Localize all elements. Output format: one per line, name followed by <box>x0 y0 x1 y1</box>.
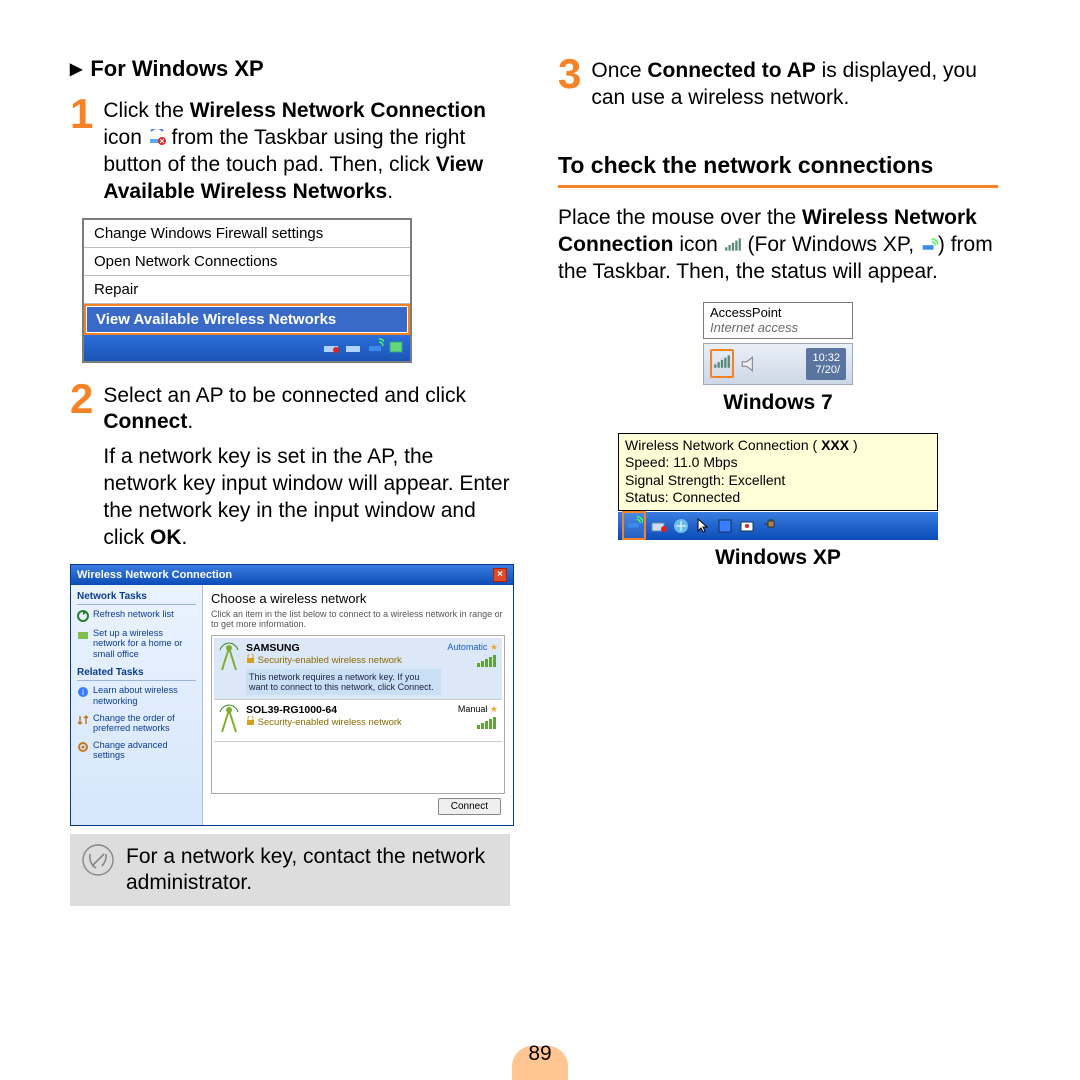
tray-icon <box>322 338 340 356</box>
step-number: 1 <box>70 96 93 206</box>
wifi-xp-icon <box>148 126 166 140</box>
ap-mode: Manual ★ <box>458 704 498 715</box>
ap-name: SAMSUNG <box>246 642 441 654</box>
tooltip-line: Signal Strength: Excellent <box>625 472 931 490</box>
note-icon <box>82 844 114 883</box>
tooltip: Wireless Network Connection ( XXX ) Spee… <box>618 433 938 511</box>
sidebar-header: Related Tasks <box>77 667 196 681</box>
section-header: To check the network connections <box>558 152 998 188</box>
tray-icon[interactable] <box>672 517 690 535</box>
page-number: 89 <box>528 1042 551 1066</box>
lock-icon <box>246 654 255 666</box>
step-number: 3 <box>558 56 581 112</box>
sidebar-item-advanced[interactable]: Change advanced settings <box>77 740 196 761</box>
menu-item-repair[interactable]: Repair <box>84 276 410 304</box>
heading-text: For Windows XP <box>90 56 263 82</box>
main-header: Choose a wireless network <box>211 591 505 606</box>
ap-name: SOL39-RG1000-64 <box>246 704 452 716</box>
star-icon: ★ <box>490 642 498 652</box>
tray-wifi-icon <box>366 338 384 356</box>
tray-wifi-icon[interactable] <box>622 511 646 540</box>
tray-icon[interactable] <box>650 517 668 535</box>
tooltip-line: Wireless Network Connection ( XXX ) <box>625 437 931 455</box>
taskbar-tray <box>84 335 410 361</box>
sidebar-item-learn[interactable]: iLearn about wireless networking <box>77 685 196 706</box>
sidebar-item-setup[interactable]: Set up a wireless network for a home or … <box>77 628 196 660</box>
lock-icon <box>246 716 255 728</box>
caption-winxp: Windows XP <box>558 546 998 570</box>
tray-speaker-icon[interactable] <box>740 355 758 373</box>
step-number: 2 <box>70 381 93 552</box>
tray-icon[interactable] <box>716 517 734 535</box>
antenna-icon <box>218 642 240 695</box>
caption-win7: Windows 7 <box>558 391 998 415</box>
step-3: 3 Once Connected to AP is displayed, you… <box>558 56 998 112</box>
tray-icon <box>344 338 362 356</box>
dialog-main: Choose a wireless network Click an item … <box>203 585 513 825</box>
step-2: 2 Select an AP to be connected and click… <box>70 381 510 552</box>
ap-desc: This network requires a network key. If … <box>246 669 441 695</box>
tray-wifi-icon[interactable] <box>710 349 734 378</box>
star-icon: ★ <box>490 704 498 714</box>
tray-clock: 10:32 7/20/ <box>806 348 846 380</box>
svg-text:i: i <box>82 688 84 697</box>
connect-button[interactable]: Connect <box>438 798 501 815</box>
tooltip-title: AccessPoint <box>710 305 846 321</box>
step-text: Click the Wireless Network Connection ic… <box>103 96 510 206</box>
winxp-tray <box>618 512 938 540</box>
left-column: ▶ For Windows XP 1 Click the Wireless Ne… <box>70 56 510 906</box>
section-heading: ▶ For Windows XP <box>70 56 510 82</box>
sidebar-item-refresh[interactable]: Refresh network list <box>77 609 196 622</box>
ap-mode: Automatic ★ <box>447 642 498 653</box>
play-icon: ▶ <box>70 59 82 79</box>
tray-plug-icon[interactable] <box>760 517 778 535</box>
win7-tray: 10:32 7/20/ <box>703 343 853 385</box>
winxp-example: Wireless Network Connection ( XXX ) Spee… <box>618 433 938 540</box>
step-text: Select an AP to be connected and click C… <box>103 381 510 552</box>
menu-item-view-networks[interactable]: View Available Wireless Networks <box>84 304 410 335</box>
tray-cursor-icon[interactable] <box>694 517 712 535</box>
wifi-xp-on-icon <box>920 232 938 246</box>
ap-row[interactable]: SAMSUNG Security-enabled wireless networ… <box>214 638 502 700</box>
signal-bars-icon <box>476 655 498 669</box>
dialog-titlebar: Wireless Network Connection × <box>71 565 513 585</box>
wireless-dialog: Wireless Network Connection × Network Ta… <box>70 564 514 826</box>
ap-row[interactable]: SOL39-RG1000-64 Security-enabled wireles… <box>214 700 502 742</box>
context-menu: Change Windows Firewall settings Open Ne… <box>82 218 412 363</box>
note-box: For a network key, contact the network a… <box>70 834 510 907</box>
dialog-title: Wireless Network Connection <box>77 569 232 581</box>
sidebar-header: Network Tasks <box>77 591 196 605</box>
main-subtext: Click an item in the list below to conne… <box>211 609 505 629</box>
antenna-icon <box>218 704 240 737</box>
menu-item-firewall[interactable]: Change Windows Firewall settings <box>84 220 410 248</box>
tooltip-line: Status: Connected <box>625 489 931 507</box>
sidebar-item-order[interactable]: Change the order of preferred networks <box>77 713 196 734</box>
right-column: 3 Once Connected to AP is displayed, you… <box>558 56 998 906</box>
menu-item-open-connections[interactable]: Open Network Connections <box>84 248 410 276</box>
tooltip-line: Speed: 11.0 Mbps <box>625 454 931 472</box>
dialog-sidebar: Network Tasks Refresh network list Set u… <box>71 585 203 825</box>
win7-example: AccessPoint Internet access 10:32 7/20/ <box>703 302 853 385</box>
step-text: Once Connected to AP is displayed, you c… <box>591 56 998 112</box>
ap-list: SAMSUNG Security-enabled wireless networ… <box>211 635 505 794</box>
tray-icon <box>388 338 406 356</box>
paragraph: Place the mouse over the Wireless Networ… <box>558 204 998 286</box>
signal-bars-icon <box>476 717 498 731</box>
tray-icon[interactable] <box>738 517 756 535</box>
wifi7-icon <box>724 232 742 246</box>
tooltip-sub: Internet access <box>710 320 846 336</box>
step-1: 1 Click the Wireless Network Connection … <box>70 96 510 206</box>
close-icon[interactable]: × <box>493 568 507 582</box>
note-text: For a network key, contact the network a… <box>126 844 498 897</box>
tooltip: AccessPoint Internet access <box>703 302 853 339</box>
